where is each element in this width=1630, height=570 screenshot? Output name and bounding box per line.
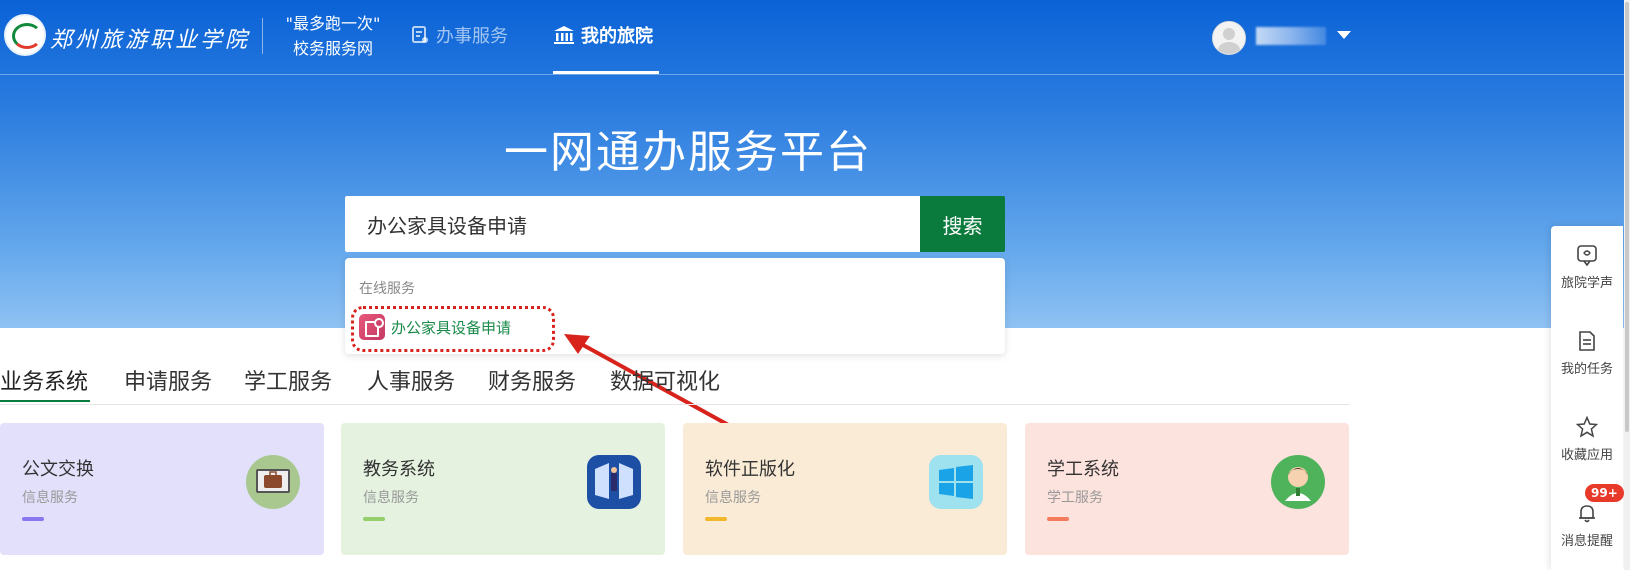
notification-badge: 99+ bbox=[1585, 484, 1624, 502]
briefcase-icon bbox=[246, 455, 300, 509]
search-box bbox=[345, 196, 920, 252]
search-button[interactable]: 搜索 bbox=[920, 196, 1005, 252]
card-title: 教务系统 bbox=[363, 459, 435, 480]
avatar[interactable] bbox=[1212, 21, 1246, 55]
card-accent-bar bbox=[1047, 517, 1069, 521]
side-item-feedback-label: 旅院学声 bbox=[1560, 276, 1613, 291]
nav-item-my-college[interactable]: 我的旅院 bbox=[553, 22, 653, 48]
tab-finance-services[interactable]: 财务服务 bbox=[488, 364, 576, 396]
top-navigation-bar: 郑州旅游职业学院 "最多跑一次" 校务服务网 办事服务 我的旅院 bbox=[0, 0, 1630, 75]
side-item-favorites[interactable]: 收藏应用 bbox=[1551, 416, 1623, 463]
tab-business-systems[interactable]: 业务系统 bbox=[0, 364, 88, 396]
card-title: 学工系统 bbox=[1047, 459, 1119, 480]
bell-icon bbox=[1579, 505, 1595, 523]
app-card-academic-affairs[interactable]: 教务系统 信息服务 bbox=[341, 423, 665, 555]
windows-icon bbox=[929, 455, 983, 509]
feedback-icon bbox=[1577, 245, 1597, 266]
nav-item-services-label: 办事服务 bbox=[436, 26, 508, 47]
tab-data-visualization[interactable]: 数据可视化 bbox=[610, 364, 720, 396]
slogan-line1: "最多跑一次" bbox=[285, 14, 381, 33]
side-item-notifications[interactable]: 99+ 消息提醒 bbox=[1551, 484, 1624, 549]
site-slogan: "最多跑一次" 校务服务网 bbox=[280, 11, 386, 61]
tab-student-services[interactable]: 学工服务 bbox=[244, 364, 332, 396]
door-icon bbox=[587, 455, 641, 509]
slogan-line2: 校务服务网 bbox=[292, 39, 373, 58]
task-icon bbox=[1579, 331, 1595, 351]
page-title: 一网通办服务平台 bbox=[504, 127, 872, 178]
page-scrollbar-thumb[interactable] bbox=[1625, 2, 1629, 432]
school-logo[interactable] bbox=[4, 14, 46, 56]
school-name[interactable]: 郑州旅游职业学院 bbox=[50, 22, 250, 54]
chevron-down-icon[interactable] bbox=[1337, 31, 1351, 39]
floating-side-panel: 旅院学声 我的任务 收藏应用 99+ 消息提醒 bbox=[1551, 226, 1624, 570]
tab-hr-services[interactable]: 人事服务 bbox=[367, 364, 455, 396]
card-accent-bar bbox=[705, 517, 727, 521]
card-subtitle: 信息服务 bbox=[705, 490, 761, 506]
nav-item-services[interactable]: 办事服务 bbox=[410, 22, 508, 48]
card-title: 公文交换 bbox=[22, 459, 94, 480]
card-accent-bar bbox=[22, 517, 44, 521]
suggestion-category: 在线服务 bbox=[359, 281, 415, 297]
tab-active-indicator bbox=[0, 400, 90, 402]
card-subtitle: 信息服务 bbox=[22, 490, 78, 506]
nav-active-indicator bbox=[553, 71, 659, 74]
username-redacted[interactable] bbox=[1256, 27, 1326, 45]
side-item-feedback[interactable]: 旅院学声 bbox=[1551, 244, 1623, 291]
institution-icon bbox=[554, 26, 574, 44]
student-icon bbox=[1271, 455, 1325, 509]
app-card-student-affairs[interactable]: 学工系统 学工服务 bbox=[1025, 423, 1349, 555]
search-input[interactable] bbox=[345, 196, 907, 252]
nav-item-my-college-label: 我的旅院 bbox=[581, 26, 653, 47]
app-card-software-licensing[interactable]: 软件正版化 信息服务 bbox=[683, 423, 1007, 555]
star-icon bbox=[1576, 416, 1598, 438]
header-divider bbox=[262, 18, 263, 54]
side-item-notifications-label: 消息提醒 bbox=[1560, 534, 1613, 549]
category-tabs: 业务系统 申请服务 学工服务 人事服务 财务服务 数据可视化 bbox=[0, 360, 1350, 405]
side-item-my-tasks[interactable]: 我的任务 bbox=[1551, 330, 1623, 377]
card-accent-bar bbox=[363, 517, 385, 521]
side-item-my-tasks-label: 我的任务 bbox=[1560, 362, 1613, 377]
card-subtitle: 信息服务 bbox=[363, 490, 419, 506]
side-item-favorites-label: 收藏应用 bbox=[1560, 448, 1613, 463]
app-card-document-exchange[interactable]: 公文交换 信息服务 bbox=[0, 423, 324, 555]
annotation-highlight bbox=[351, 306, 555, 352]
tab-application-services[interactable]: 申请服务 bbox=[124, 364, 212, 396]
document-icon bbox=[412, 26, 428, 43]
card-subtitle: 学工服务 bbox=[1047, 490, 1103, 506]
card-title: 软件正版化 bbox=[705, 459, 795, 480]
